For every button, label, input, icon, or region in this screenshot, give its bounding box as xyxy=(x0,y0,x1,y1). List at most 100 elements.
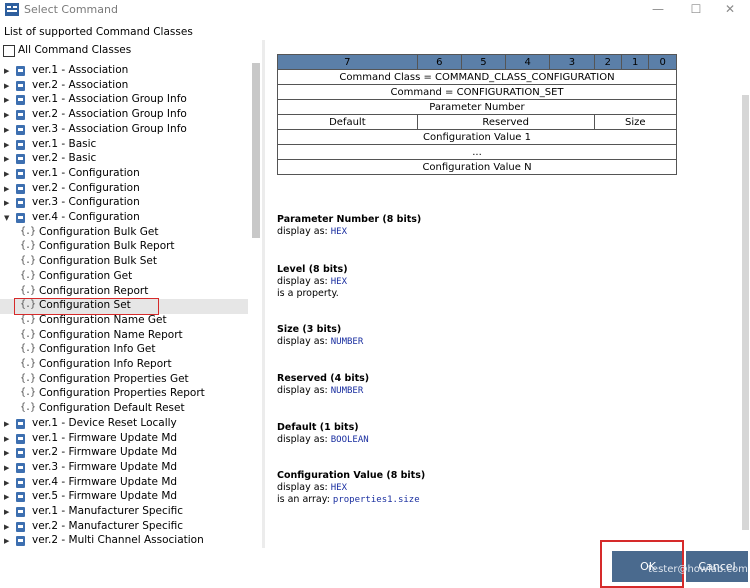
tree-item-label: ver.2 - Configuration xyxy=(32,181,140,194)
expand-arrow-icon[interactable]: ▶ xyxy=(4,67,9,75)
command-cell: Command = CONFIGURATION_SET xyxy=(277,84,677,100)
expand-arrow-icon[interactable]: ▶ xyxy=(4,96,9,104)
field-title: Level (8 bits) xyxy=(277,264,348,275)
collapse-arrow-icon[interactable]: ▼ xyxy=(4,214,9,222)
detail-scrollbar-thumb[interactable] xyxy=(742,95,749,530)
tree-leaf[interactable]: {.} Configuration Bulk Set xyxy=(0,255,248,270)
maximize-button[interactable]: ☐ xyxy=(678,0,714,20)
tree-node[interactable]: ▶ ver.4 - Firmware Update Md xyxy=(0,476,248,491)
default-cell: Default xyxy=(277,114,418,130)
all-classes-checkbox[interactable] xyxy=(3,45,15,57)
tree-leaf[interactable]: {.} Configuration Bulk Get xyxy=(0,226,248,241)
command-icon: {.} xyxy=(20,372,36,384)
tree-item-label: ver.5 - Firmware Update Md xyxy=(32,490,178,503)
expand-arrow-icon[interactable]: ▶ xyxy=(4,479,9,487)
tree-node[interactable]: ▶ ver.2 - Basic xyxy=(0,152,248,167)
expand-arrow-icon[interactable]: ▶ xyxy=(4,435,9,443)
command-icon: {.} xyxy=(20,284,36,296)
bit-header-cell: 0 xyxy=(648,54,677,70)
tree-leaf[interactable]: {.} Configuration Default Reset xyxy=(0,402,248,417)
selection-annotation-box xyxy=(14,298,159,315)
command-class-cell: Command Class = COMMAND_CLASS_CONFIGURAT… xyxy=(277,69,677,85)
watermark: tester@howlab.com xyxy=(648,564,748,575)
tree-node[interactable]: ▶ ver.3 - Association Group Info xyxy=(0,123,248,138)
expand-arrow-icon[interactable]: ▶ xyxy=(4,508,9,516)
tree-leaf[interactable]: {.} Configuration Get xyxy=(0,270,248,285)
tree-leaf[interactable]: {.} Configuration Name Get xyxy=(0,314,248,329)
tree-node[interactable]: ▼ ver.4 - Configuration xyxy=(0,211,248,226)
tree-node[interactable]: ▶ ver.2 - Manufacturer Specific xyxy=(0,520,248,535)
command-class-icon xyxy=(16,183,25,194)
command-class-icon xyxy=(16,462,25,473)
command-icon: {.} xyxy=(20,328,36,340)
field-description: Default (1 bits) display as: BOOLEAN xyxy=(277,422,369,446)
tree-item-label: ver.1 - Manufacturer Specific xyxy=(32,505,184,517)
tree-node[interactable]: ▶ ver.3 - Firmware Update Md xyxy=(0,461,248,476)
all-classes-label: All Command Classes xyxy=(18,44,132,56)
tree-item-label: ver.1 - Basic xyxy=(32,137,97,150)
expand-arrow-icon[interactable]: ▶ xyxy=(4,523,9,531)
expand-arrow-icon[interactable]: ▶ xyxy=(4,111,9,119)
tree-node[interactable]: ▶ ver.1 - Association Group Info xyxy=(0,93,248,108)
command-icon: {.} xyxy=(20,343,36,355)
config-value-n-cell: Configuration Value N xyxy=(277,159,677,175)
tree-item-label: ver.2 - Multi Channel Association xyxy=(32,534,204,547)
tree-scrollbar-thumb[interactable] xyxy=(252,63,260,238)
tree-node[interactable]: ▶ ver.2 - Configuration xyxy=(0,182,248,197)
command-class-icon xyxy=(16,492,25,503)
expand-arrow-icon[interactable]: ▶ xyxy=(4,155,9,163)
tree-node[interactable]: ▶ ver.1 - Manufacturer Specific xyxy=(0,505,248,520)
command-detail-panel: 76543210 Command Class = COMMAND_CLASS_C… xyxy=(266,40,750,548)
expand-arrow-icon[interactable]: ▶ xyxy=(4,126,9,134)
field-title: Size (3 bits) xyxy=(277,324,342,335)
expand-arrow-icon[interactable]: ▶ xyxy=(4,170,9,178)
expand-arrow-icon[interactable]: ▶ xyxy=(4,141,9,149)
tree-node[interactable]: ▶ ver.2 - Association xyxy=(0,79,248,94)
expand-arrow-icon[interactable]: ▶ xyxy=(4,82,9,90)
tree-item-label: ver.1 - Association Group Info xyxy=(32,93,187,106)
bit-header-cell: 5 xyxy=(460,54,507,70)
title-bar: Select Command — ☐ ✕ xyxy=(0,0,750,20)
expand-arrow-icon[interactable]: ▶ xyxy=(4,493,9,501)
command-class-icon xyxy=(16,433,25,444)
window-title: Select Command xyxy=(24,3,118,16)
size-cell: Size xyxy=(593,114,678,130)
tree-node[interactable]: ▶ ver.2 - Association Group Info xyxy=(0,108,248,123)
tree-node[interactable]: ▶ ver.1 - Device Reset Locally xyxy=(0,417,248,432)
tree-node[interactable]: ▶ ver.5 - Firmware Update Md xyxy=(0,490,248,505)
tree-node[interactable]: ▶ ver.1 - Configuration xyxy=(0,167,248,182)
panel-splitter[interactable] xyxy=(262,40,265,548)
minimize-button[interactable]: — xyxy=(640,0,676,20)
tree-leaf[interactable]: {.} Configuration Properties Report xyxy=(0,387,248,402)
tree-node[interactable]: ▶ ver.1 - Firmware Update Md xyxy=(0,432,248,447)
expand-arrow-icon[interactable]: ▶ xyxy=(4,185,9,193)
tree-leaf[interactable]: {.} Configuration Info Report xyxy=(0,358,248,373)
tree-leaf[interactable]: {.} Configuration Bulk Report xyxy=(0,240,248,255)
expand-arrow-icon[interactable]: ▶ xyxy=(4,420,9,428)
tree-node[interactable]: ▶ ver.1 - Association xyxy=(0,64,248,79)
tree-item-label: Configuration Default Reset xyxy=(39,402,185,415)
tree-item-label: ver.2 - Manufacturer Specific xyxy=(32,519,184,532)
tree-item-label: Configuration Report xyxy=(39,284,149,297)
tree-node[interactable]: ▶ ver.1 - Basic xyxy=(0,138,248,153)
tree-item-label: ver.1 - Association xyxy=(32,64,129,76)
expand-arrow-icon[interactable]: ▶ xyxy=(4,537,9,545)
expand-arrow-icon[interactable]: ▶ xyxy=(4,464,9,472)
tree-leaf[interactable]: {.} Configuration Properties Get xyxy=(0,373,248,388)
tree-leaf[interactable]: {.} Configuration Name Report xyxy=(0,329,248,344)
expand-arrow-icon[interactable]: ▶ xyxy=(4,199,9,207)
command-class-icon xyxy=(16,154,25,165)
expand-arrow-icon[interactable]: ▶ xyxy=(4,449,9,457)
config-value-1-cell: Configuration Value 1 xyxy=(277,129,677,145)
tree-node[interactable]: ▶ ver.2 - Multi Channel Association xyxy=(0,534,248,548)
command-icon: {.} xyxy=(20,387,36,399)
close-button[interactable]: ✕ xyxy=(712,0,748,20)
tree-leaf[interactable]: {.} Configuration Info Get xyxy=(0,343,248,358)
command-class-icon xyxy=(16,521,25,532)
tree-node[interactable]: ▶ ver.2 - Firmware Update Md xyxy=(0,446,248,461)
display-format: HEX xyxy=(330,276,348,287)
tree-leaf[interactable]: {.} Configuration Report xyxy=(0,285,248,300)
tree-node[interactable]: ▶ ver.3 - Configuration xyxy=(0,196,248,211)
tree-item-label: Configuration Bulk Set xyxy=(39,255,157,268)
tree-item-label: ver.2 - Association xyxy=(32,78,129,91)
